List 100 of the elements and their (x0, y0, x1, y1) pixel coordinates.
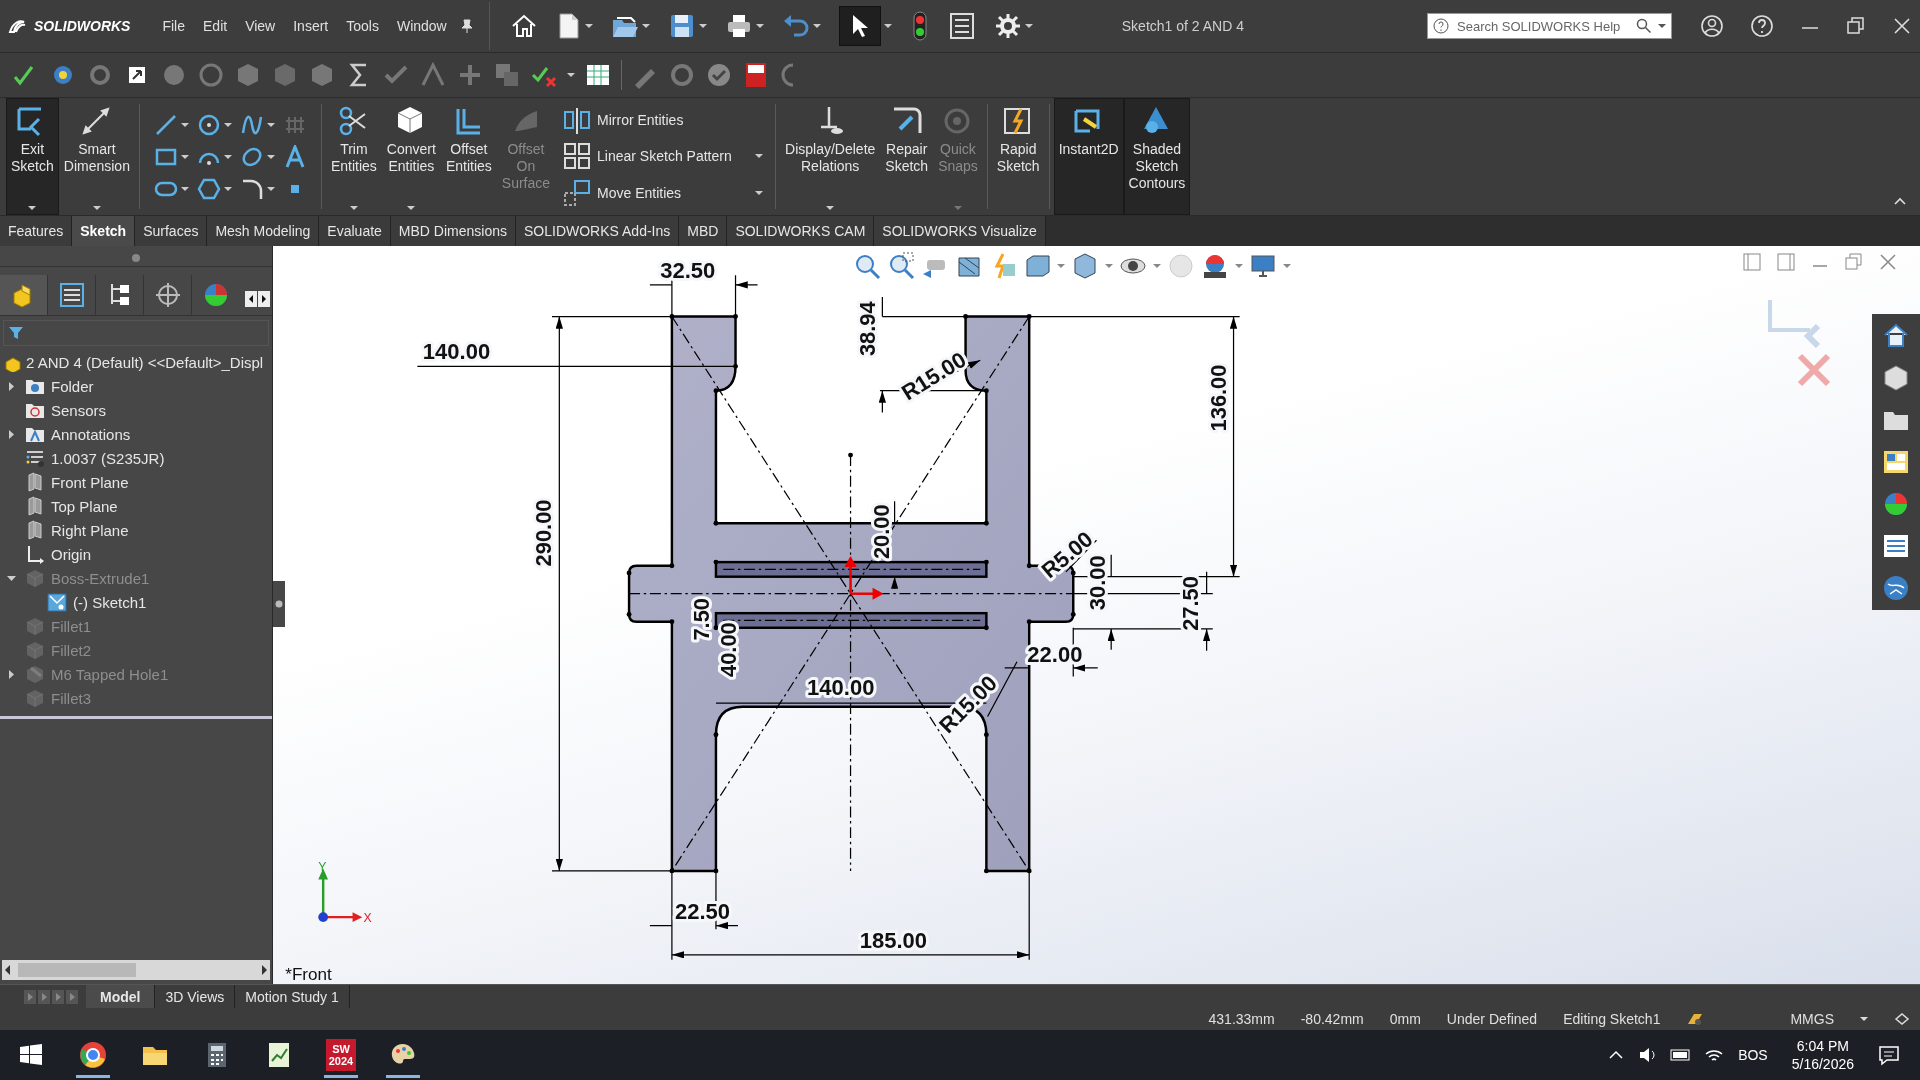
settings-icon[interactable] (993, 12, 1022, 40)
tree-root[interactable]: 2 AND 4 (Default) <<Default>_Displ (26, 353, 264, 371)
scroll-first-icon[interactable] (24, 989, 36, 1004)
menu-item[interactable]: Window (390, 14, 453, 38)
property-manager-icon[interactable] (57, 281, 86, 309)
caret-icon[interactable] (223, 186, 232, 191)
close-icon[interactable] (1892, 16, 1912, 36)
speaker-icon[interactable] (1638, 1046, 1657, 1064)
properties-list-icon[interactable] (1882, 532, 1910, 560)
polygon-icon[interactable] (196, 176, 221, 201)
tree-item[interactable]: Front Plane (51, 473, 129, 491)
crosshair-icon[interactable] (153, 281, 182, 309)
ribbon-tab[interactable]: SOLIDWORKS Add-Ins (516, 216, 680, 246)
collapsed-arrow-icon[interactable] (6, 428, 17, 440)
scroll-next-icon[interactable] (52, 989, 64, 1004)
help-icon[interactable] (1750, 14, 1774, 38)
scroll-right-icon[interactable] (258, 291, 270, 307)
dimension-value[interactable]: 27.50 (1178, 576, 1204, 631)
ribbon-tab[interactable]: SOLIDWORKS CAM (727, 216, 875, 246)
menu-item[interactable]: Insert (287, 14, 335, 38)
caret-icon[interactable] (755, 190, 764, 195)
caret-icon[interactable] (755, 24, 764, 28)
menu-item[interactable]: Edit (197, 14, 234, 38)
zoom-to-fit-icon[interactable] (853, 252, 881, 280)
scroll-prev-icon[interactable] (38, 989, 50, 1004)
tree-item[interactable]: Annotations (51, 425, 131, 443)
dimension-value[interactable]: 32.50 (660, 257, 716, 283)
caret-icon[interactable] (698, 24, 707, 28)
caret-icon[interactable] (92, 206, 101, 210)
collapsed-arrow-icon[interactable] (6, 668, 17, 680)
dimension-value[interactable]: 136.00 (1206, 364, 1232, 432)
dimension-value[interactable]: 40.00 (715, 622, 741, 677)
caret-icon[interactable] (266, 154, 275, 159)
dimension-value[interactable]: 7.50 (688, 597, 714, 641)
battery-icon[interactable] (1670, 1046, 1691, 1064)
caret-icon[interactable] (1658, 24, 1666, 28)
ribbon-button[interactable]: Smart Dimension (58, 98, 135, 215)
caret-icon[interactable] (567, 73, 575, 77)
start-icon[interactable] (19, 1044, 43, 1066)
copy-icon[interactable] (493, 61, 521, 89)
caret-icon[interactable] (223, 122, 232, 127)
ribbon-tab[interactable]: Features (0, 216, 73, 246)
scroll-left-icon[interactable] (245, 291, 257, 307)
ribbon-tab[interactable]: MBD (679, 216, 728, 246)
mirror-icon[interactable] (563, 106, 592, 135)
caret-icon[interactable] (641, 24, 650, 28)
caret-icon[interactable] (826, 206, 835, 210)
menu-item[interactable]: File (156, 14, 191, 38)
scene-icon[interactable] (1201, 252, 1229, 280)
grip-icon[interactable] (131, 253, 141, 263)
scroll-last-icon[interactable] (66, 989, 78, 1004)
dimension-value[interactable]: 38.94 (855, 301, 881, 357)
menu-item[interactable]: View (239, 14, 282, 38)
dimension-value[interactable]: 20.00 (868, 504, 894, 560)
tree-item[interactable]: Right Plane (51, 521, 129, 539)
caret-icon[interactable] (812, 24, 821, 28)
input-language[interactable]: BOS (1738, 1047, 1768, 1063)
ribbon-tab[interactable]: Sketch (72, 216, 136, 246)
caret-icon[interactable] (1024, 24, 1033, 28)
ribbon-button[interactable]: Rapid Sketch (991, 98, 1045, 215)
browser-icon[interactable] (79, 1041, 107, 1069)
monitor-icon[interactable] (1249, 252, 1277, 280)
ribbon-button[interactable]: Shaded Sketch Contours (1123, 98, 1191, 215)
ring-icon[interactable] (668, 61, 696, 89)
tree-item[interactable]: Sensors (51, 401, 107, 419)
ribbon-tab[interactable]: Mesh Modeling (207, 216, 320, 246)
select-cursor-icon[interactable] (838, 6, 881, 46)
caret-icon[interactable] (28, 206, 37, 210)
tree-item[interactable]: (-) Sketch1 (73, 593, 147, 611)
home-icon[interactable] (1882, 322, 1910, 350)
notifications-icon[interactable] (1878, 1044, 1900, 1066)
tree-item[interactable]: Origin (51, 545, 91, 563)
solidworks-taskbar-button[interactable]: SW 2024 (326, 1039, 356, 1071)
tree-item[interactable]: Top Plane (51, 497, 118, 515)
color-ball-icon[interactable] (1882, 490, 1910, 518)
toggle-icon[interactable] (1894, 1011, 1910, 1027)
ribbon-button[interactable]: Display/Delete Relations (780, 98, 881, 215)
zoom-area-icon[interactable] (887, 252, 915, 280)
tile-icon[interactable] (1742, 252, 1762, 272)
close-icon[interactable] (1878, 252, 1898, 272)
move-icon[interactable] (563, 178, 592, 207)
caret-icon[interactable] (755, 154, 764, 159)
ribbon-button[interactable]: Offset Entities (440, 98, 497, 215)
unit-system[interactable]: MMGS (1790, 1011, 1834, 1027)
tree-item[interactable]: 1.0037 (S235JR) (51, 449, 165, 467)
caret-icon[interactable] (266, 122, 275, 127)
caret-icon[interactable] (1860, 1017, 1868, 1021)
ds-logo-icon[interactable] (8, 18, 28, 34)
menu-item[interactable]: Tools (340, 14, 385, 38)
dimension-value[interactable]: 140.00 (422, 339, 491, 365)
grip-icon[interactable] (275, 600, 283, 608)
search-field[interactable]: Search SOLIDWORKS Help (1427, 13, 1672, 39)
caret-icon[interactable] (180, 122, 189, 127)
show-hidden-icon[interactable] (1608, 1049, 1625, 1061)
view-palette-icon[interactable] (1882, 448, 1910, 476)
dimension-value[interactable]: 290.00 (530, 499, 556, 567)
ribbon-button[interactable]: Exit Sketch (6, 98, 59, 215)
caret-icon[interactable] (407, 206, 416, 210)
caret-icon[interactable] (180, 186, 189, 191)
circle-icon[interactable] (196, 112, 221, 137)
